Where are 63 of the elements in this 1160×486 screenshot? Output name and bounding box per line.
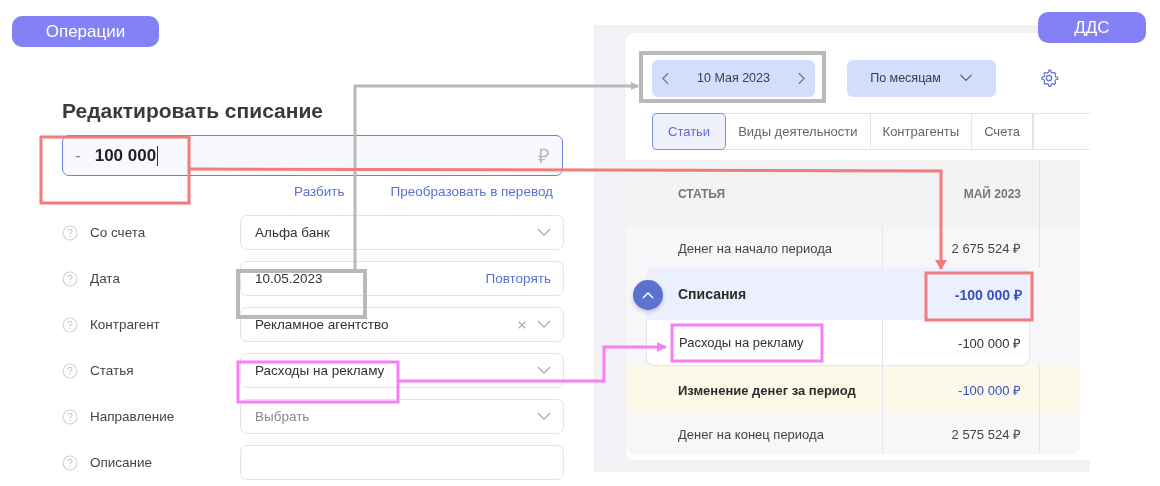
row-label: Денег на конец периода bbox=[678, 426, 824, 442]
text-field[interactable] bbox=[240, 445, 564, 480]
row-value: -100 000 ₽ bbox=[958, 382, 1021, 399]
form-title: Редактировать списание bbox=[62, 99, 325, 124]
action-link[interactable]: Разбить bbox=[294, 184, 345, 204]
column-header: МАЙ 2023 bbox=[963, 187, 1021, 201]
field-label: Описание bbox=[90, 455, 154, 470]
section-badge: Операции bbox=[12, 16, 159, 47]
chevron-down-icon[interactable] bbox=[537, 366, 551, 375]
chevron-left-icon[interactable] bbox=[662, 71, 669, 85]
row-value: 2 675 524 ₽ bbox=[951, 240, 1021, 257]
help-icon[interactable] bbox=[62, 408, 78, 425]
collapse-button[interactable] bbox=[633, 280, 663, 310]
help-icon[interactable] bbox=[62, 454, 78, 471]
field-label: Статья bbox=[90, 363, 135, 378]
field-label: Контрагент bbox=[90, 317, 161, 332]
settings-icon[interactable] bbox=[1039, 68, 1059, 88]
chevron-up-icon bbox=[642, 291, 654, 299]
field-value: Рекламное агентство bbox=[255, 317, 389, 332]
tab[interactable]: Виды деятельности bbox=[726, 114, 871, 149]
select-field[interactable]: Альфа банк bbox=[240, 215, 564, 250]
row-value: -100 000 ₽ bbox=[958, 334, 1021, 352]
period-dropdown[interactable]: По месяцам bbox=[847, 59, 996, 97]
date-field[interactable]: 10.05.2023 Повторять bbox=[240, 261, 564, 296]
field-label: Со счета bbox=[90, 225, 147, 240]
date-navigator[interactable]: 10 Мая 2023 bbox=[652, 59, 815, 97]
select-field[interactable]: Выбрать bbox=[240, 399, 564, 434]
chevron-right-icon[interactable] bbox=[798, 71, 805, 85]
row-label: Расходы на рекламу bbox=[679, 335, 804, 350]
select-field[interactable]: Рекламное агентство bbox=[240, 307, 564, 342]
date-label: 10 Мая 2023 bbox=[697, 71, 770, 85]
tab[interactable]: Статьи bbox=[652, 113, 727, 150]
help-icon[interactable] bbox=[62, 316, 78, 333]
field-placeholder: Выбрать bbox=[255, 409, 310, 424]
column-header: СТАТЬЯ bbox=[678, 187, 726, 201]
field-label: Дата bbox=[90, 271, 121, 286]
row-label: Списания bbox=[678, 286, 747, 302]
field-value: 10.05.2023 bbox=[255, 271, 323, 286]
amount-value: 100 000 bbox=[94, 145, 157, 166]
amount-field[interactable]: - 100 000 ₽ bbox=[62, 135, 563, 176]
tab[interactable]: Контрагенты bbox=[870, 114, 973, 149]
help-icon[interactable] bbox=[62, 362, 78, 379]
chevron-down-icon[interactable] bbox=[537, 228, 551, 237]
field-value: Расходы на рекламу bbox=[255, 363, 385, 378]
chevron-down-icon[interactable] bbox=[537, 320, 551, 329]
row-value: -100 000 ₽ bbox=[954, 285, 1022, 304]
help-icon[interactable] bbox=[62, 270, 78, 287]
tab[interactable]: Счета bbox=[972, 114, 1033, 149]
close-icon[interactable] bbox=[517, 319, 527, 330]
chevron-down-icon[interactable] bbox=[958, 74, 973, 82]
field-value: Альфа банк bbox=[255, 225, 330, 240]
row-label: Изменение денег за период bbox=[678, 382, 856, 398]
help-icon[interactable] bbox=[62, 224, 78, 241]
row-value: 2 575 524 ₽ bbox=[951, 426, 1021, 443]
chevron-down-icon[interactable] bbox=[537, 412, 551, 421]
currency-sign: ₽ bbox=[538, 144, 550, 169]
field-label: Направление bbox=[90, 409, 176, 424]
section-badge: ДДС bbox=[1038, 12, 1146, 43]
select-field[interactable]: Расходы на рекламу bbox=[240, 353, 564, 388]
action-link[interactable]: Преобразовать в перевод bbox=[390, 184, 553, 204]
row-label: Денег на начало периода bbox=[678, 240, 833, 256]
minus-sign: - bbox=[75, 145, 81, 166]
repeat-link[interactable]: Повторять bbox=[485, 271, 551, 286]
